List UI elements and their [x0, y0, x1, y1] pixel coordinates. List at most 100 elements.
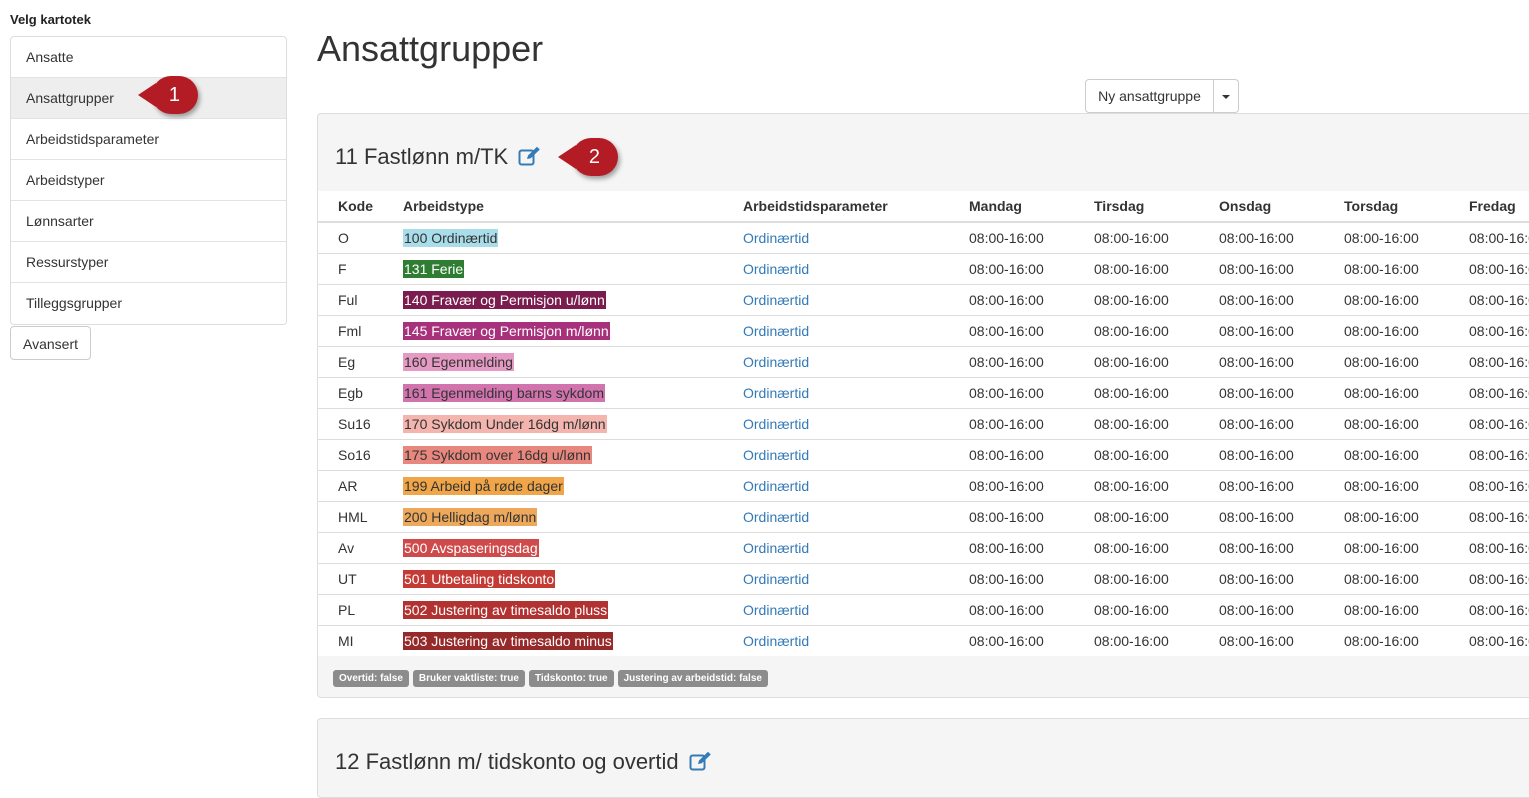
col-header-kode[interactable]: Kode — [318, 191, 403, 223]
cell-fredag: 08:00-16:00 — [1449, 376, 1529, 408]
param-link[interactable]: Ordinærtid — [743, 385, 809, 401]
cell-code: AR — [318, 469, 403, 501]
col-header-arbeidstype[interactable]: Arbeidstype — [403, 191, 723, 223]
table-row[interactable]: Su16 170 Sykdom Under 16dg m/lønn Ordinært… — [318, 407, 1529, 439]
edit-icon[interactable] — [689, 751, 712, 777]
cell-mandag: 08:00-16:00 — [949, 283, 1074, 315]
param-link[interactable]: Ordinærtid — [743, 509, 809, 525]
param-link[interactable]: Ordinærtid — [743, 261, 809, 277]
cell-code: Su16 — [318, 407, 403, 439]
cell-tirsdag: 08:00-16:00 — [1074, 252, 1199, 284]
param-link[interactable]: Ordinærtid — [743, 292, 809, 308]
param-link[interactable]: Ordinærtid — [743, 447, 809, 463]
param-link[interactable]: Ordinærtid — [743, 478, 809, 494]
param-link[interactable]: Ordinærtid — [743, 354, 809, 370]
sidebar-item-lonnsarter[interactable]: Lønnsarter — [11, 201, 286, 242]
cell-arbeidstidsparameter: Ordinærtid — [723, 438, 949, 470]
table-row[interactable]: So16 175 Sykdom over 16dg u/lønn Ordinærti… — [318, 438, 1529, 470]
sidebar-item-tilleggsgrupper[interactable]: Tilleggsgrupper — [11, 283, 286, 324]
cell-mandag: 08:00-16:00 — [949, 593, 1074, 625]
table-row[interactable]: F 131 Ferie Ordinærtid 08:00-16:00 08:00-16:… — [318, 252, 1529, 284]
cell-torsdag: 08:00-16:00 — [1324, 407, 1449, 439]
col-header-mandag[interactable]: Mandag — [949, 191, 1074, 223]
cell-mandag: 08:00-16:00 — [949, 562, 1074, 594]
cell-arbeidstype: 501 Utbetaling tidskonto — [403, 562, 723, 594]
param-link[interactable]: Ordinærtid — [743, 633, 809, 649]
sidebar-title: Velg kartotek — [10, 12, 91, 27]
sidebar-item-arbeidstyper[interactable]: Arbeidstyper — [11, 160, 286, 201]
param-link[interactable]: Ordinærtid — [743, 323, 809, 339]
edit-icon[interactable] — [518, 146, 541, 172]
cell-arbeidstype: 502 Justering av timesaldo pluss — [403, 593, 723, 625]
cell-torsdag: 08:00-16:00 — [1324, 283, 1449, 315]
cell-arbeidstype: 200 Helligdag m/lønn — [403, 500, 723, 532]
worktype-table: Kode Arbeidstype Arbeidstidsparameter Ma… — [318, 191, 1529, 656]
page-title: Ansattgrupper — [317, 28, 544, 69]
cell-tirsdag: 08:00-16:00 — [1074, 376, 1199, 408]
cell-onsdag: 08:00-16:00 — [1199, 376, 1324, 408]
worktype-badge: 131 Ferie — [403, 259, 465, 278]
cell-mandag: 08:00-16:00 — [949, 469, 1074, 501]
param-link[interactable]: Ordinærtid — [743, 230, 809, 246]
worktype-badge: 100 Ordinærtid — [403, 228, 499, 247]
cell-onsdag: 08:00-16:00 — [1199, 438, 1324, 470]
cell-fredag: 08:00-16:00 — [1449, 438, 1529, 470]
cell-arbeidstype: 175 Sykdom over 16dg u/lønn — [403, 438, 723, 470]
cell-onsdag: 08:00-16:00 — [1199, 469, 1324, 501]
table-header-row: Kode Arbeidstype Arbeidstidsparameter Ma… — [318, 191, 1529, 223]
cell-tirsdag: 08:00-16:00 — [1074, 531, 1199, 563]
cell-arbeidstidsparameter: Ordinærtid — [723, 345, 949, 377]
cell-fredag: 08:00-16:00 — [1449, 500, 1529, 532]
cell-code: O — [318, 221, 403, 253]
col-header-torsdag[interactable]: Torsdag — [1324, 191, 1449, 223]
cell-onsdag: 08:00-16:00 — [1199, 252, 1324, 284]
group-panel: 12 Fastlønn m/ tidskonto og overtid — [317, 718, 1529, 798]
sidebar-item-arbeidstidsparameter[interactable]: Arbeidstidsparameter — [11, 119, 286, 160]
cell-fredag: 08:00-16:00 — [1449, 314, 1529, 346]
cell-arbeidstidsparameter: Ordinærtid — [723, 283, 949, 315]
param-link[interactable]: Ordinærtid — [743, 571, 809, 587]
chevron-down-icon[interactable] — [1214, 79, 1239, 113]
cell-fredag: 08:00-16:00 — [1449, 283, 1529, 315]
table-row[interactable]: Eg 160 Egenmelding Ordinærtid 08:00-16:00 08… — [318, 345, 1529, 377]
cell-torsdag: 08:00-16:00 — [1324, 221, 1449, 253]
cell-fredag: 08:00-16:00 — [1449, 531, 1529, 563]
table-row[interactable]: MI 503 Justering av timesaldo minus Ordinæ… — [318, 624, 1529, 656]
sidebar-item-ansatte[interactable]: Ansatte — [11, 37, 286, 78]
cell-tirsdag: 08:00-16:00 — [1074, 500, 1199, 532]
worktype-badge: 199 Arbeid på røde dager — [403, 476, 564, 495]
table-row[interactable]: Egb 161 Egenmelding barns sykdom Ordinærti… — [318, 376, 1529, 408]
cell-fredag: 08:00-16:00 — [1449, 593, 1529, 625]
cell-mandag: 08:00-16:00 — [949, 531, 1074, 563]
new-group-button[interactable]: Ny ansattgruppe — [1085, 79, 1214, 113]
cell-fredag: 08:00-16:00 — [1449, 221, 1529, 253]
cell-code: F — [318, 252, 403, 284]
cell-fredag: 08:00-16:00 — [1449, 252, 1529, 284]
table-row[interactable]: PL 502 Justering av timesaldo pluss Ordinæ… — [318, 593, 1529, 625]
worktype-badge: 160 Egenmelding — [403, 352, 514, 371]
table-row[interactable]: O 100 Ordinærtid Ordinærtid 08:00-16:00 08:0… — [318, 221, 1529, 253]
param-link[interactable]: Ordinærtid — [743, 416, 809, 432]
col-header-onsdag[interactable]: Onsdag — [1199, 191, 1324, 223]
cell-arbeidstype: 503 Justering av timesaldo minus — [403, 624, 723, 656]
cell-mandag: 08:00-16:00 — [949, 376, 1074, 408]
cell-code: So16 — [318, 438, 403, 470]
cell-mandag: 08:00-16:00 — [949, 221, 1074, 253]
table-row[interactable]: Ful 140 Fravær og Permisjon u/lønn Ordinær… — [318, 283, 1529, 315]
table-row[interactable]: Fml 145 Fravær og Permisjon m/lønn Ordinær… — [318, 314, 1529, 346]
advanced-button[interactable]: Avansert — [10, 326, 91, 360]
table-row[interactable]: Av 500 Avspaseringsdag Ordinærtid 08:00-16:… — [318, 531, 1529, 563]
cell-mandag: 08:00-16:00 — [949, 345, 1074, 377]
col-header-fredag[interactable]: Fredag — [1449, 191, 1529, 223]
col-header-arbeidstidsparameter[interactable]: Arbeidstidsparameter — [723, 191, 949, 223]
param-link[interactable]: Ordinærtid — [743, 540, 809, 556]
col-header-tirsdag[interactable]: Tirsdag — [1074, 191, 1199, 223]
sidebar-item-ressurstyper[interactable]: Ressurstyper — [11, 242, 286, 283]
table-row[interactable]: UT 501 Utbetaling tidskonto Ordinærtid 08:0… — [318, 562, 1529, 594]
param-link[interactable]: Ordinærtid — [743, 602, 809, 618]
cell-torsdag: 08:00-16:00 — [1324, 469, 1449, 501]
table-row[interactable]: AR 199 Arbeid på røde dager Ordinærtid 08:0… — [318, 469, 1529, 501]
group-heading-text: 12 Fastlønn m/ tidskonto og overtid — [335, 749, 679, 774]
cell-code: Fml — [318, 314, 403, 346]
table-row[interactable]: HML 200 Helligdag m/lønn Ordinærtid 08:00-1… — [318, 500, 1529, 532]
